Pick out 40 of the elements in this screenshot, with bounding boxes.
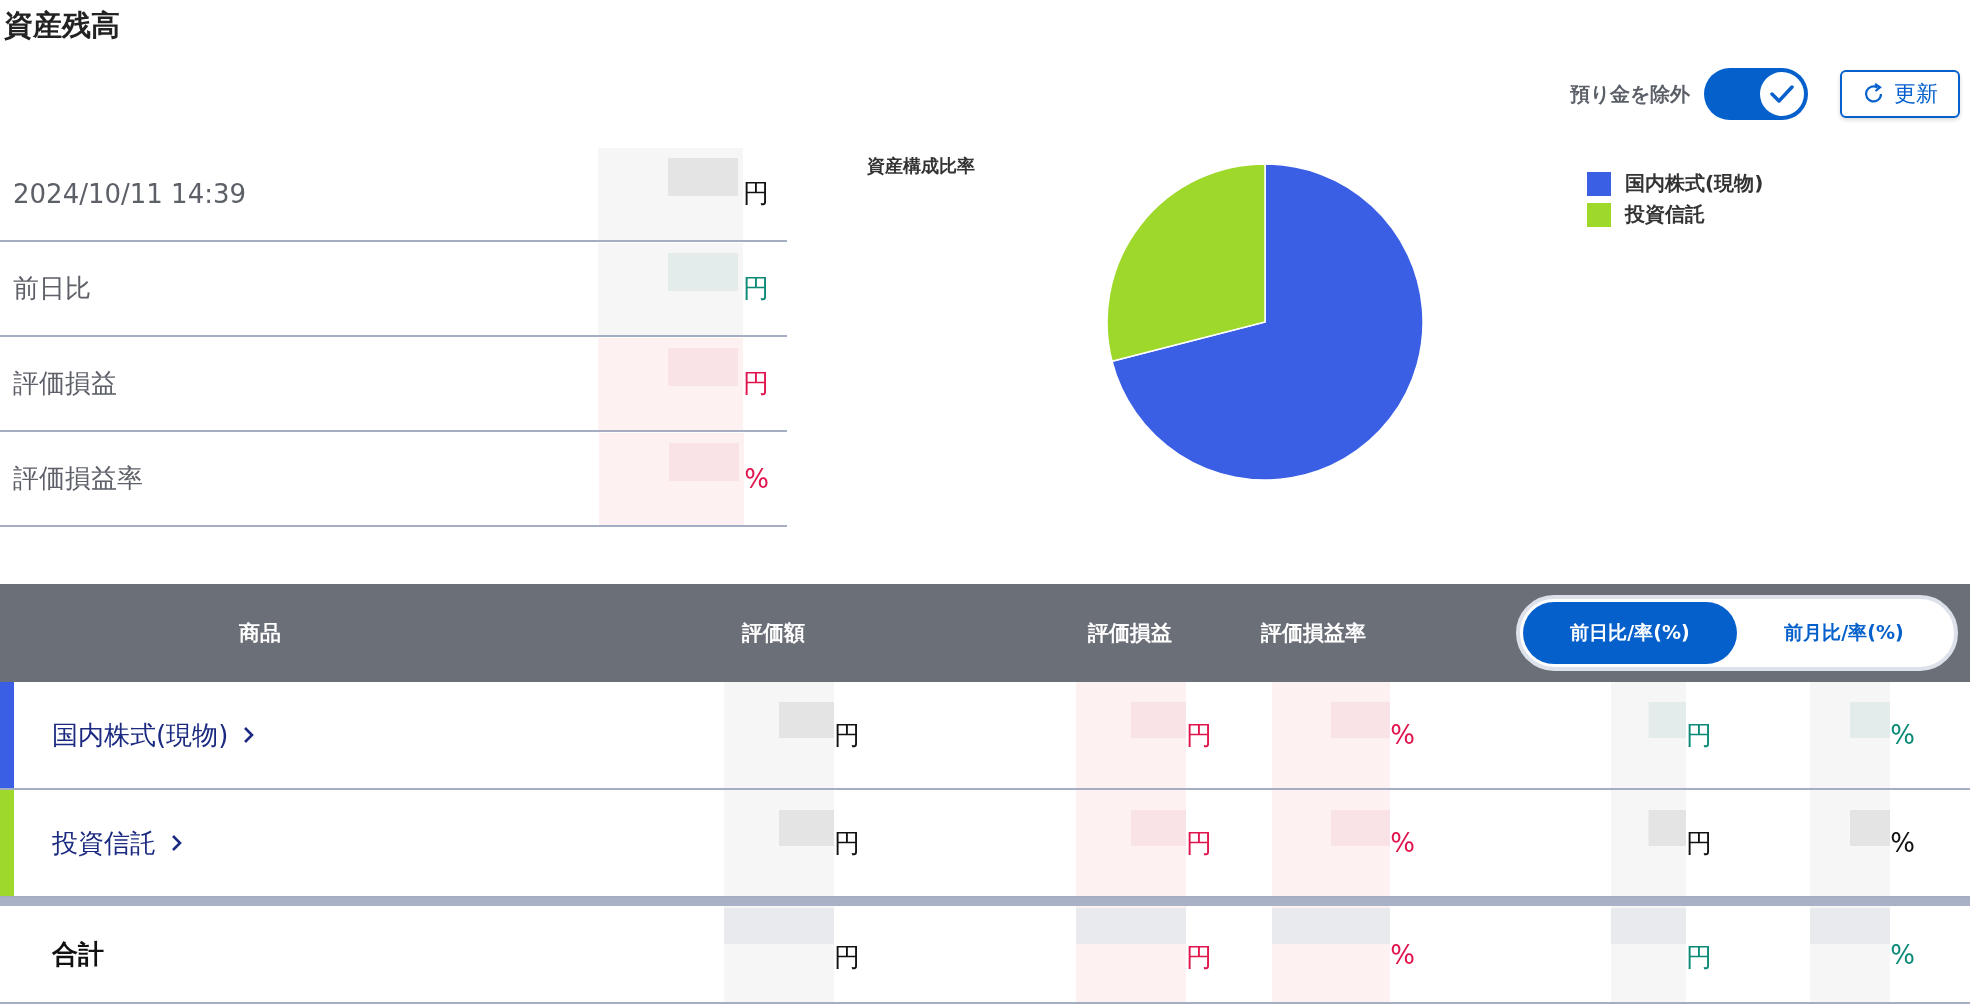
summary-label: 2024/10/11 14:39: [12, 178, 247, 209]
column-header: 評価損益: [1087, 620, 1173, 647]
total-label: 合計: [51, 937, 104, 971]
table-cell: %: [1390, 940, 1415, 970]
table-cell-text: 円: [834, 718, 860, 752]
chevron-right-icon: [170, 833, 184, 853]
column-header: 評価損益率: [1260, 620, 1367, 647]
summary-value: 円: [743, 367, 769, 400]
summary-value: 円: [743, 272, 769, 305]
table-cell-text: 円: [1686, 826, 1712, 860]
column-header: 評価額: [741, 620, 806, 647]
table-cell-text: 円: [1686, 941, 1712, 974]
toggle-switch[interactable]: [1704, 68, 1808, 120]
table-cell: %: [1890, 940, 1915, 970]
column-header: 商品: [238, 620, 282, 647]
summary-label: 前日比: [12, 272, 91, 305]
table-cell: %: [1890, 720, 1915, 750]
table-cell-text: 円: [1686, 718, 1712, 752]
refresh-button[interactable]: 更新: [1840, 70, 1960, 118]
check-icon: [1769, 84, 1795, 104]
page-title: 資産残高: [3, 7, 121, 44]
summary-label: 評価損益: [12, 367, 117, 400]
table-cell: %: [1390, 720, 1415, 750]
chart-title: 資産構成比率: [867, 154, 975, 178]
summary-value: %: [744, 463, 769, 494]
summary-label: 評価損益率: [12, 462, 143, 495]
period-tab[interactable]: 前日比/率(%): [1523, 602, 1737, 664]
product-link[interactable]: 国内株式(現物): [14, 717, 257, 753]
legend-label: 国内株式(現物): [1625, 170, 1764, 197]
table-cell-text: 円: [834, 826, 860, 860]
table-cell: %: [1890, 828, 1915, 858]
product-link[interactable]: 投資信託: [14, 825, 184, 861]
legend-label: 投資信託: [1625, 201, 1705, 228]
table-cell: %: [1390, 828, 1415, 858]
table-cell-text: 円: [1186, 941, 1212, 974]
table-cell-text: 円: [834, 941, 860, 974]
toggle-label: 預り金を除外: [1570, 80, 1690, 108]
summary-value: 円: [743, 177, 769, 210]
table-cell-text: 円: [1186, 718, 1212, 752]
table-cell-text: 円: [1186, 826, 1212, 860]
